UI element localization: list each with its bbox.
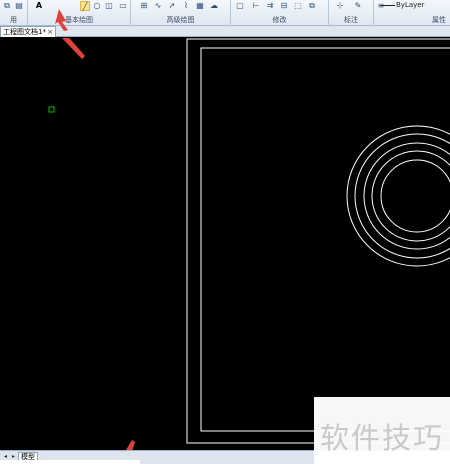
watermark-text: 软件技巧 [320,421,445,455]
annotation-overlay [55,9,135,462]
command-line[interactable] [0,460,140,464]
watermark: 软件技巧 [314,397,450,464]
annotation-arrow-head-top [55,9,68,31]
